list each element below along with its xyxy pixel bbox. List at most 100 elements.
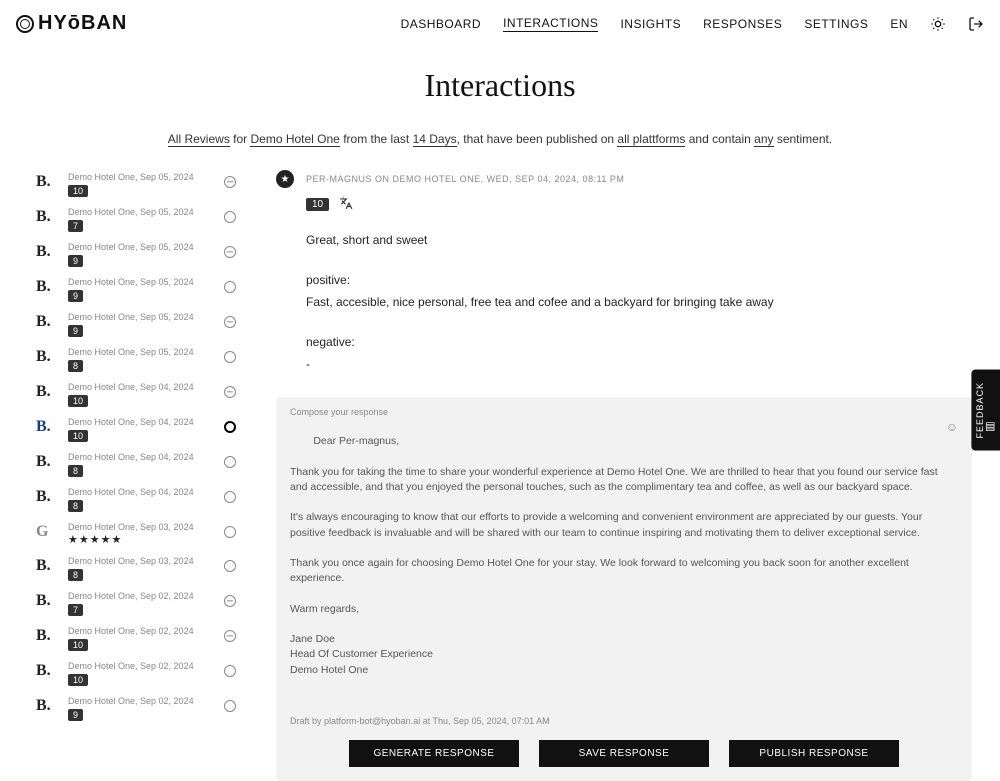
list-item[interactable]: B. Demo Hotel One, Sep 05, 2024 9 bbox=[36, 275, 236, 310]
list-item[interactable]: B.Demo Hotel One, Sep 02, 202410 bbox=[36, 624, 236, 659]
list-item[interactable]: B.Demo Hotel One, Sep 05, 20249 bbox=[36, 240, 236, 275]
translate-icon[interactable] bbox=[339, 196, 353, 213]
filter-all-reviews[interactable]: All Reviews bbox=[168, 132, 230, 147]
rating-badge: 10 bbox=[68, 674, 88, 686]
platform-icon: B. bbox=[36, 172, 58, 190]
rating-badge: 9 bbox=[68, 709, 83, 721]
filter-platforms[interactable]: all plattforms bbox=[617, 132, 685, 147]
status-icon bbox=[224, 630, 236, 642]
feedback-icon: ▤ bbox=[985, 420, 996, 433]
nav-settings[interactable]: SETTINGS bbox=[804, 17, 868, 31]
compose-panel: Compose your response Dear Per-magnus, T… bbox=[276, 397, 972, 781]
status-icon bbox=[224, 456, 236, 468]
review-list: B.Demo Hotel One, Sep 05, 202410B.Demo H… bbox=[36, 170, 236, 730]
platform-icon: B. bbox=[36, 417, 58, 435]
list-item[interactable]: B. Demo Hotel One, Sep 05, 2024 8 bbox=[36, 345, 236, 380]
item-meta: Demo Hotel One, Sep 05, 2024 bbox=[68, 312, 214, 322]
item-meta: Demo Hotel One, Sep 02, 2024 bbox=[68, 591, 214, 601]
lang-switch[interactable]: EN bbox=[890, 17, 908, 31]
list-item[interactable]: B.Demo Hotel One, Sep 02, 202410 bbox=[36, 659, 236, 694]
nav-insights[interactable]: INSIGHTS bbox=[620, 17, 681, 31]
rating-badge: 7 bbox=[68, 604, 83, 616]
status-icon bbox=[224, 491, 236, 503]
list-item[interactable]: B.Demo Hotel One, Sep 05, 20247 bbox=[36, 205, 236, 240]
platform-icon: G bbox=[36, 522, 58, 540]
item-meta: Demo Hotel One, Sep 05, 2024 bbox=[68, 242, 214, 252]
feedback-tab[interactable]: FEEDBACK ▤ bbox=[971, 370, 1000, 451]
list-item[interactable]: B.Demo Hotel One, Sep 05, 202410 bbox=[36, 170, 236, 205]
rating-badge: 9 bbox=[68, 255, 83, 267]
list-item[interactable]: GDemo Hotel One, Sep 03, 2024★★★★★ bbox=[36, 520, 236, 554]
filter-sentiment[interactable]: any bbox=[754, 132, 773, 147]
status-icon bbox=[224, 246, 236, 258]
generate-response-button[interactable]: GENERATE RESPONSE bbox=[349, 740, 519, 767]
item-meta: Demo Hotel One, Sep 04, 2024 bbox=[68, 452, 214, 462]
status-icon bbox=[224, 316, 236, 328]
main-nav: DASHBOARD INTERACTIONS INSIGHTS RESPONSE… bbox=[401, 16, 984, 32]
list-item[interactable]: B.Demo Hotel One, Sep 04, 202410 bbox=[36, 380, 236, 415]
list-item[interactable]: B. Demo Hotel One, Sep 04, 2024 8 bbox=[36, 450, 236, 485]
status-icon bbox=[224, 421, 236, 433]
platform-icon: B. bbox=[36, 696, 58, 714]
status-icon bbox=[224, 351, 236, 363]
status-icon bbox=[224, 211, 236, 223]
item-meta: Demo Hotel One, Sep 05, 2024 bbox=[68, 347, 214, 357]
theme-toggle-icon[interactable] bbox=[930, 16, 946, 32]
negative-label: negative: bbox=[306, 333, 972, 351]
nav-dashboard[interactable]: DASHBOARD bbox=[401, 17, 482, 31]
nav-responses[interactable]: RESPONSES bbox=[703, 17, 782, 31]
status-icon bbox=[224, 526, 236, 538]
rating-badge: 8 bbox=[68, 360, 83, 372]
compose-textarea[interactable]: Dear Per-magnus, Thank you for taking th… bbox=[290, 419, 958, 708]
status-icon bbox=[224, 595, 236, 607]
rating-badge: 10 bbox=[68, 185, 88, 197]
brand-text: HYōBAN bbox=[38, 12, 127, 35]
item-meta: Demo Hotel One, Sep 05, 2024 bbox=[68, 277, 214, 287]
rating-badge: 10 bbox=[68, 430, 88, 442]
rating-badge: 9 bbox=[68, 325, 83, 337]
platform-icon: B. bbox=[36, 347, 58, 365]
rating-badge: 8 bbox=[68, 569, 83, 581]
filter-summary: All Reviews for Demo Hotel One from the … bbox=[0, 132, 1000, 146]
logo-icon bbox=[16, 15, 34, 33]
item-meta: Demo Hotel One, Sep 02, 2024 bbox=[68, 696, 214, 706]
item-meta: Demo Hotel One, Sep 05, 2024 bbox=[68, 207, 214, 217]
rating-badge: 9 bbox=[68, 290, 83, 302]
list-item[interactable]: B. Demo Hotel One, Sep 05, 2024 9 bbox=[36, 310, 236, 345]
list-item[interactable]: B.Demo Hotel One, Sep 02, 20249 bbox=[36, 694, 236, 729]
item-meta: Demo Hotel One, Sep 04, 2024 bbox=[68, 382, 214, 392]
platform-icon: B. bbox=[36, 312, 58, 330]
item-meta: Demo Hotel One, Sep 02, 2024 bbox=[68, 661, 214, 671]
rating-badge: 8 bbox=[68, 465, 83, 477]
list-item[interactable]: B. Demo Hotel One, Sep 02, 2024 7 bbox=[36, 589, 236, 624]
list-item[interactable]: B.Demo Hotel One, Sep 03, 20248 bbox=[36, 554, 236, 589]
rating-badge: 8 bbox=[68, 500, 83, 512]
rating-badge: 7 bbox=[68, 220, 83, 232]
platform-icon: B. bbox=[36, 277, 58, 295]
logout-icon[interactable] bbox=[968, 16, 984, 32]
platform-icon: B. bbox=[36, 452, 58, 470]
review-meta: PER-MAGNUS ON DEMO HOTEL ONE, WED, SEP 0… bbox=[306, 174, 624, 184]
draft-attribution: Draft by platform-bot@hyoban.ai at Thu, … bbox=[290, 716, 958, 726]
filter-days[interactable]: 14 Days bbox=[413, 132, 457, 147]
review-rating: 10 bbox=[306, 198, 329, 211]
filter-hotel[interactable]: Demo Hotel One bbox=[250, 132, 339, 147]
status-icon bbox=[224, 281, 236, 293]
status-icon bbox=[224, 665, 236, 677]
item-meta: Demo Hotel One, Sep 04, 2024 bbox=[68, 487, 214, 497]
nav-interactions[interactable]: INTERACTIONS bbox=[503, 16, 598, 32]
rating-badge: 10 bbox=[68, 639, 88, 651]
publish-response-button[interactable]: PUBLISH RESPONSE bbox=[729, 740, 899, 767]
list-item[interactable]: B.Demo Hotel One, Sep 04, 202410 bbox=[36, 415, 236, 450]
save-response-button[interactable]: SAVE RESPONSE bbox=[539, 740, 709, 767]
platform-icon: B. bbox=[36, 591, 58, 609]
emoji-icon[interactable]: ☺ bbox=[946, 419, 958, 436]
review-detail: ★ PER-MAGNUS ON DEMO HOTEL ONE, WED, SEP… bbox=[276, 170, 972, 781]
item-meta: Demo Hotel One, Sep 03, 2024 bbox=[68, 522, 214, 532]
platform-icon: B. bbox=[36, 626, 58, 644]
platform-icon: B. bbox=[36, 556, 58, 574]
list-item[interactable]: B.Demo Hotel One, Sep 02, 2024 bbox=[36, 729, 236, 730]
brand-logo[interactable]: HYōBAN bbox=[16, 12, 127, 35]
list-item[interactable]: B.Demo Hotel One, Sep 04, 20248 bbox=[36, 485, 236, 520]
status-icon bbox=[224, 560, 236, 572]
